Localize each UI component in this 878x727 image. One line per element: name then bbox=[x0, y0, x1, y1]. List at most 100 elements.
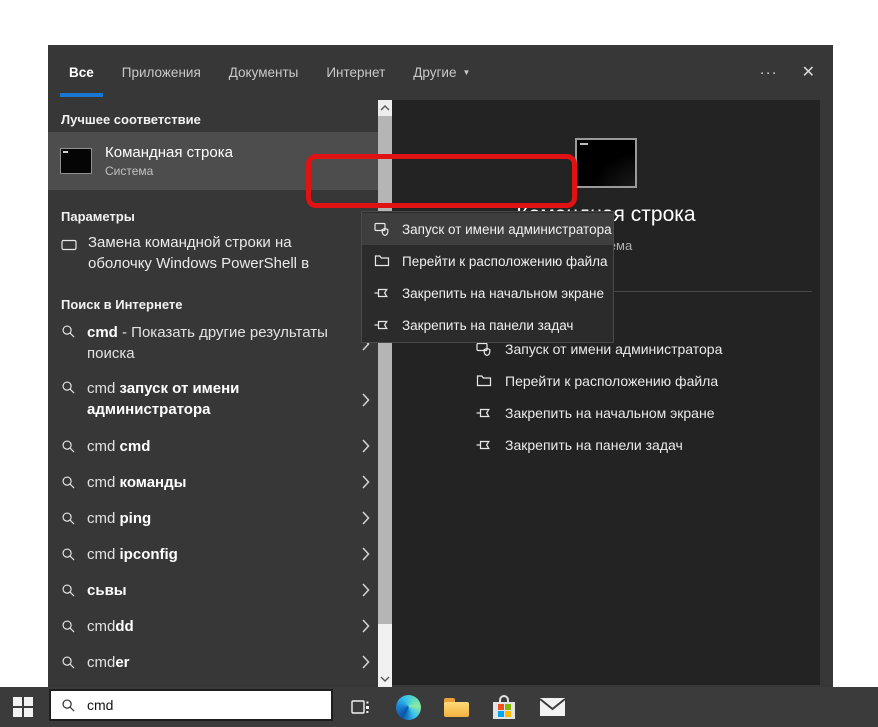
suggestion-text: cmd команды bbox=[87, 472, 331, 493]
admin-shield-icon bbox=[476, 341, 492, 357]
tab-others[interactable]: Другие▼ bbox=[413, 45, 470, 100]
section-header-web-search: Поиск в Интернете bbox=[61, 293, 182, 315]
suggestion-text: cmd cmd bbox=[87, 436, 331, 457]
search-icon bbox=[61, 619, 76, 634]
taskbar-search-box[interactable] bbox=[49, 689, 333, 721]
file-location-icon bbox=[476, 373, 492, 389]
file-explorer-icon bbox=[444, 698, 469, 717]
mail-button[interactable] bbox=[528, 687, 576, 727]
scrollbar-thumb[interactable] bbox=[378, 116, 392, 624]
start-search-flyout: Все Приложения Документы Интернет Другие▼ ··… bbox=[48, 45, 833, 687]
start-button[interactable] bbox=[0, 687, 46, 727]
tab-label: Документы bbox=[229, 65, 299, 80]
preview-action-label: Закрепить на начальном экране bbox=[505, 405, 715, 421]
settings-result-item[interactable]: Замена командной строки на оболочку Wind… bbox=[48, 232, 366, 274]
results-column: Лучшее соответствие Командная строка Сис… bbox=[48, 100, 378, 687]
scrollbar[interactable] bbox=[378, 100, 392, 687]
search-icon bbox=[61, 380, 76, 395]
chevron-right-icon bbox=[362, 393, 370, 407]
suggestion-part: команды bbox=[120, 474, 187, 491]
cmd-app-icon bbox=[60, 148, 92, 174]
admin-shield-icon bbox=[374, 221, 390, 237]
search-icon bbox=[61, 583, 76, 598]
cmd-app-icon-large bbox=[575, 138, 637, 188]
tab-apps[interactable]: Приложения bbox=[122, 45, 201, 100]
search-suggestion-row[interactable]: cmd - Показать другие результаты поиска bbox=[48, 316, 378, 372]
close-icon[interactable]: ✕ bbox=[802, 65, 815, 81]
search-suggestion-row[interactable]: сьвы bbox=[48, 572, 378, 608]
suggestion-line: cmder bbox=[87, 652, 331, 673]
settings-item-line: оболочку Windows PowerShell в bbox=[88, 253, 309, 274]
suggestion-part: cmd bbox=[87, 324, 118, 341]
suggestion-part: cmd bbox=[87, 438, 120, 455]
suggestion-line: администратора bbox=[87, 399, 331, 420]
search-suggestion-row[interactable]: cmd запуск от имениадминистратора bbox=[48, 372, 378, 428]
tab-label: Все bbox=[69, 65, 94, 80]
tab-label: Интернет bbox=[326, 65, 385, 80]
chevron-right-icon bbox=[362, 439, 370, 453]
tab-web[interactable]: Интернет bbox=[326, 45, 385, 100]
more-options-icon[interactable]: ··· bbox=[760, 65, 778, 80]
search-suggestion-row[interactable]: cmd ipconfig bbox=[48, 536, 378, 572]
pin-icon bbox=[476, 437, 492, 453]
chevron-right-icon bbox=[362, 547, 370, 561]
file-explorer-button[interactable] bbox=[432, 687, 480, 727]
desktop: Все Приложения Документы Интернет Другие▼ ··… bbox=[0, 0, 878, 727]
context-menu-item-label: Перейти к расположению файла bbox=[402, 254, 608, 269]
best-match-item[interactable]: Командная строка Система bbox=[48, 132, 378, 190]
preview-action-open-file-location[interactable]: Перейти к расположению файла bbox=[392, 365, 820, 397]
mail-icon bbox=[540, 698, 565, 716]
task-view-button[interactable] bbox=[336, 687, 384, 727]
preview-action-pin-to-start[interactable]: Закрепить на начальном экране bbox=[392, 397, 820, 429]
suggestion-text: cmd ipconfig bbox=[87, 544, 331, 565]
chevron-down-icon: ▼ bbox=[462, 68, 470, 77]
context-menu-item-label: Закрепить на начальном экране bbox=[402, 286, 604, 301]
search-suggestion-row[interactable]: cmd cmd bbox=[48, 428, 378, 464]
search-icon bbox=[61, 324, 76, 339]
search-suggestion-row[interactable]: cmd ping bbox=[48, 500, 378, 536]
suggestion-part: администратора bbox=[87, 401, 210, 418]
preview-action-label: Перейти к расположению файла bbox=[505, 373, 718, 389]
preview-action-pin-to-taskbar[interactable]: Закрепить на панели задач bbox=[392, 429, 820, 461]
search-icon bbox=[61, 655, 76, 670]
scrollbar-up-icon[interactable] bbox=[378, 100, 392, 116]
context-menu-item-run-as-admin[interactable]: Запуск от имени администратора bbox=[362, 213, 613, 245]
search-suggestion-row[interactable]: cmder bbox=[48, 644, 378, 680]
edge-button[interactable] bbox=[384, 687, 432, 727]
task-view-icon bbox=[350, 697, 370, 717]
suggestion-text: cmd ping bbox=[87, 508, 331, 529]
search-input[interactable] bbox=[85, 696, 321, 714]
context-menu-item-pin-to-taskbar[interactable]: Закрепить на панели задач bbox=[362, 309, 613, 341]
best-match-title: Командная строка bbox=[105, 144, 233, 161]
window-controls: ··· ✕ bbox=[760, 45, 815, 100]
context-menu-item-open-file-location[interactable]: Перейти к расположению файла bbox=[362, 245, 613, 277]
preview-action-label: Закрепить на панели задач bbox=[505, 437, 683, 453]
search-icon bbox=[61, 475, 76, 490]
search-suggestion-row[interactable]: cmddd bbox=[48, 608, 378, 644]
chevron-right-icon bbox=[362, 475, 370, 489]
suggestion-part: поиска bbox=[87, 345, 135, 362]
suggestion-part: - Показать другие результаты bbox=[118, 324, 328, 341]
suggestion-text: cmddd bbox=[87, 616, 331, 637]
windows-logo-icon bbox=[13, 697, 33, 717]
suggestion-line: поиска bbox=[87, 343, 331, 364]
suggestion-part: запуск от имени bbox=[120, 380, 240, 397]
pin-icon bbox=[374, 285, 390, 301]
search-suggestion-row[interactable]: cmd команды bbox=[48, 464, 378, 500]
store-icon bbox=[493, 695, 515, 719]
suggestion-part: cmd bbox=[87, 510, 120, 527]
scrollbar-down-icon[interactable] bbox=[378, 671, 392, 687]
suggestion-part: dd bbox=[115, 618, 133, 635]
suggestion-line: cmd cmd bbox=[87, 436, 331, 457]
preview-pane: Командная строка Система ОткрытьЗапуск о… bbox=[392, 100, 820, 685]
store-button[interactable] bbox=[480, 687, 528, 727]
chevron-right-icon bbox=[362, 511, 370, 525]
context-menu-item-pin-to-start[interactable]: Закрепить на начальном экране bbox=[362, 277, 613, 309]
suggestion-line: cmd ipconfig bbox=[87, 544, 331, 565]
search-icon bbox=[61, 439, 76, 454]
suggestion-part: ping bbox=[120, 510, 152, 527]
settings-item-line: Замена командной строки на bbox=[88, 232, 309, 253]
tab-all[interactable]: Все bbox=[69, 45, 94, 100]
suggestion-line: cmd команды bbox=[87, 472, 331, 493]
tab-documents[interactable]: Документы bbox=[229, 45, 299, 100]
